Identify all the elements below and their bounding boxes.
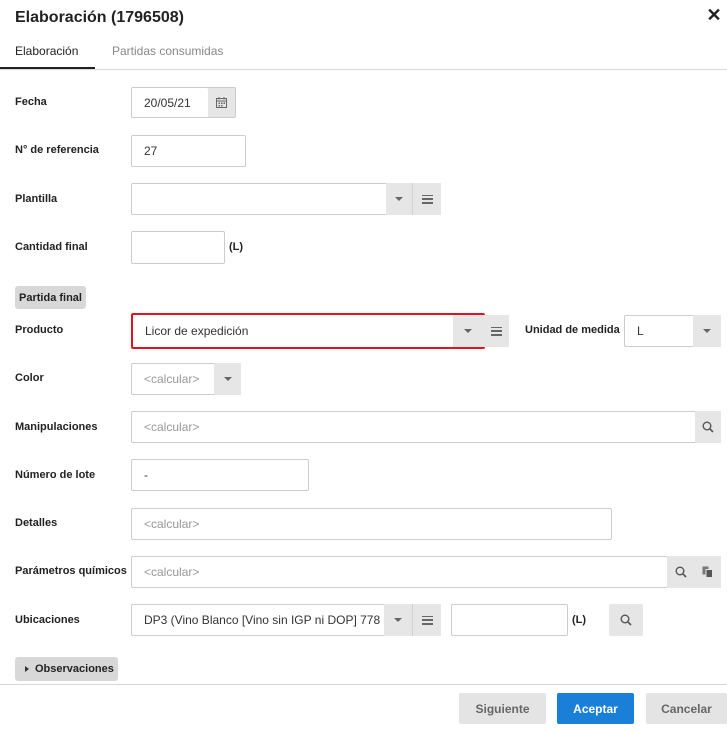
color-label: Color	[15, 372, 44, 384]
tab-divider	[0, 69, 727, 70]
unidad-medida-label: Unidad de medida	[525, 324, 620, 336]
cantidad-final-input[interactable]	[131, 231, 225, 264]
producto-value: Licor de expedición	[145, 324, 249, 338]
observaciones-toggle[interactable]: Observaciones	[15, 657, 118, 681]
numero-lote-input[interactable]: -	[131, 459, 309, 491]
numero-lote-label: Número de lote	[15, 469, 96, 481]
ubicaciones-label: Ubicaciones	[15, 614, 80, 626]
plantilla-list-icon[interactable]	[412, 183, 441, 215]
plantilla-label: Plantilla	[15, 193, 58, 205]
unidad-medida-select[interactable]: L	[624, 315, 694, 347]
dialog-title: Elaboración (1796508)	[15, 9, 184, 26]
producto-label: Producto	[15, 324, 64, 336]
tab-partidas-consumidas[interactable]: Partidas consumidas	[112, 44, 223, 69]
detalles-input[interactable]: <calcular>	[131, 508, 612, 540]
parametros-input[interactable]: <calcular>	[131, 556, 668, 588]
ubicaciones-qty-input[interactable]	[451, 604, 568, 636]
fecha-label: Fecha	[15, 96, 47, 108]
caret-right-icon	[25, 666, 29, 672]
plantilla-dropdown-icon[interactable]	[386, 183, 412, 215]
cantidad-final-label: Cantidad final	[15, 241, 88, 253]
ubicaciones-unit: (L)	[572, 614, 587, 626]
color-dropdown-icon[interactable]	[214, 363, 241, 395]
fecha-input[interactable]: 20/05/21	[131, 87, 209, 118]
parametros-placeholder: <calcular>	[144, 565, 200, 579]
close-icon[interactable]: ✕	[704, 5, 724, 25]
producto-select[interactable]: Licor de expedición	[131, 313, 485, 349]
color-placeholder: <calcular>	[144, 372, 200, 386]
tab-elaboracion[interactable]: Elaboración	[0, 44, 95, 69]
ubicaciones-search-icon[interactable]	[609, 604, 643, 636]
referencia-label: N° de referencia	[15, 144, 99, 156]
producto-list-icon[interactable]	[483, 315, 509, 347]
cancelar-button[interactable]: Cancelar	[646, 693, 727, 724]
referencia-input[interactable]: 27	[131, 135, 246, 167]
ubicaciones-dropdown-icon[interactable]	[384, 604, 412, 636]
unidad-medida-dropdown-icon[interactable]	[693, 315, 721, 347]
aceptar-button[interactable]: Aceptar	[557, 693, 634, 724]
detalles-label: Detalles	[15, 517, 58, 529]
parametros-label: Parámetros químicos	[15, 565, 127, 577]
siguiente-button[interactable]: Siguiente	[459, 693, 546, 724]
detalles-placeholder: <calcular>	[144, 517, 200, 531]
color-select[interactable]: <calcular>	[131, 363, 215, 395]
ubicaciones-list-icon[interactable]	[412, 604, 441, 636]
ubicaciones-select[interactable]: DP3 (Vino Blanco [Vino sin IGP ni DOP] 7…	[131, 604, 385, 636]
plantilla-select[interactable]	[131, 183, 387, 215]
parametros-search-icon[interactable]	[667, 556, 694, 588]
parametros-copy-icon[interactable]	[694, 556, 721, 588]
observaciones-label: Observaciones	[35, 663, 114, 675]
manipulaciones-label: Manipulaciones	[15, 421, 98, 433]
manipulaciones-placeholder: <calcular>	[144, 420, 200, 434]
calendar-icon[interactable]	[208, 87, 236, 118]
partida-final-chip: Partida final	[15, 286, 86, 309]
producto-dropdown-icon[interactable]	[453, 315, 483, 347]
footer-divider	[0, 684, 727, 685]
manipulaciones-input[interactable]: <calcular>	[131, 411, 696, 443]
manipulaciones-search-icon[interactable]	[695, 411, 721, 443]
cantidad-final-unit: (L)	[229, 241, 244, 253]
